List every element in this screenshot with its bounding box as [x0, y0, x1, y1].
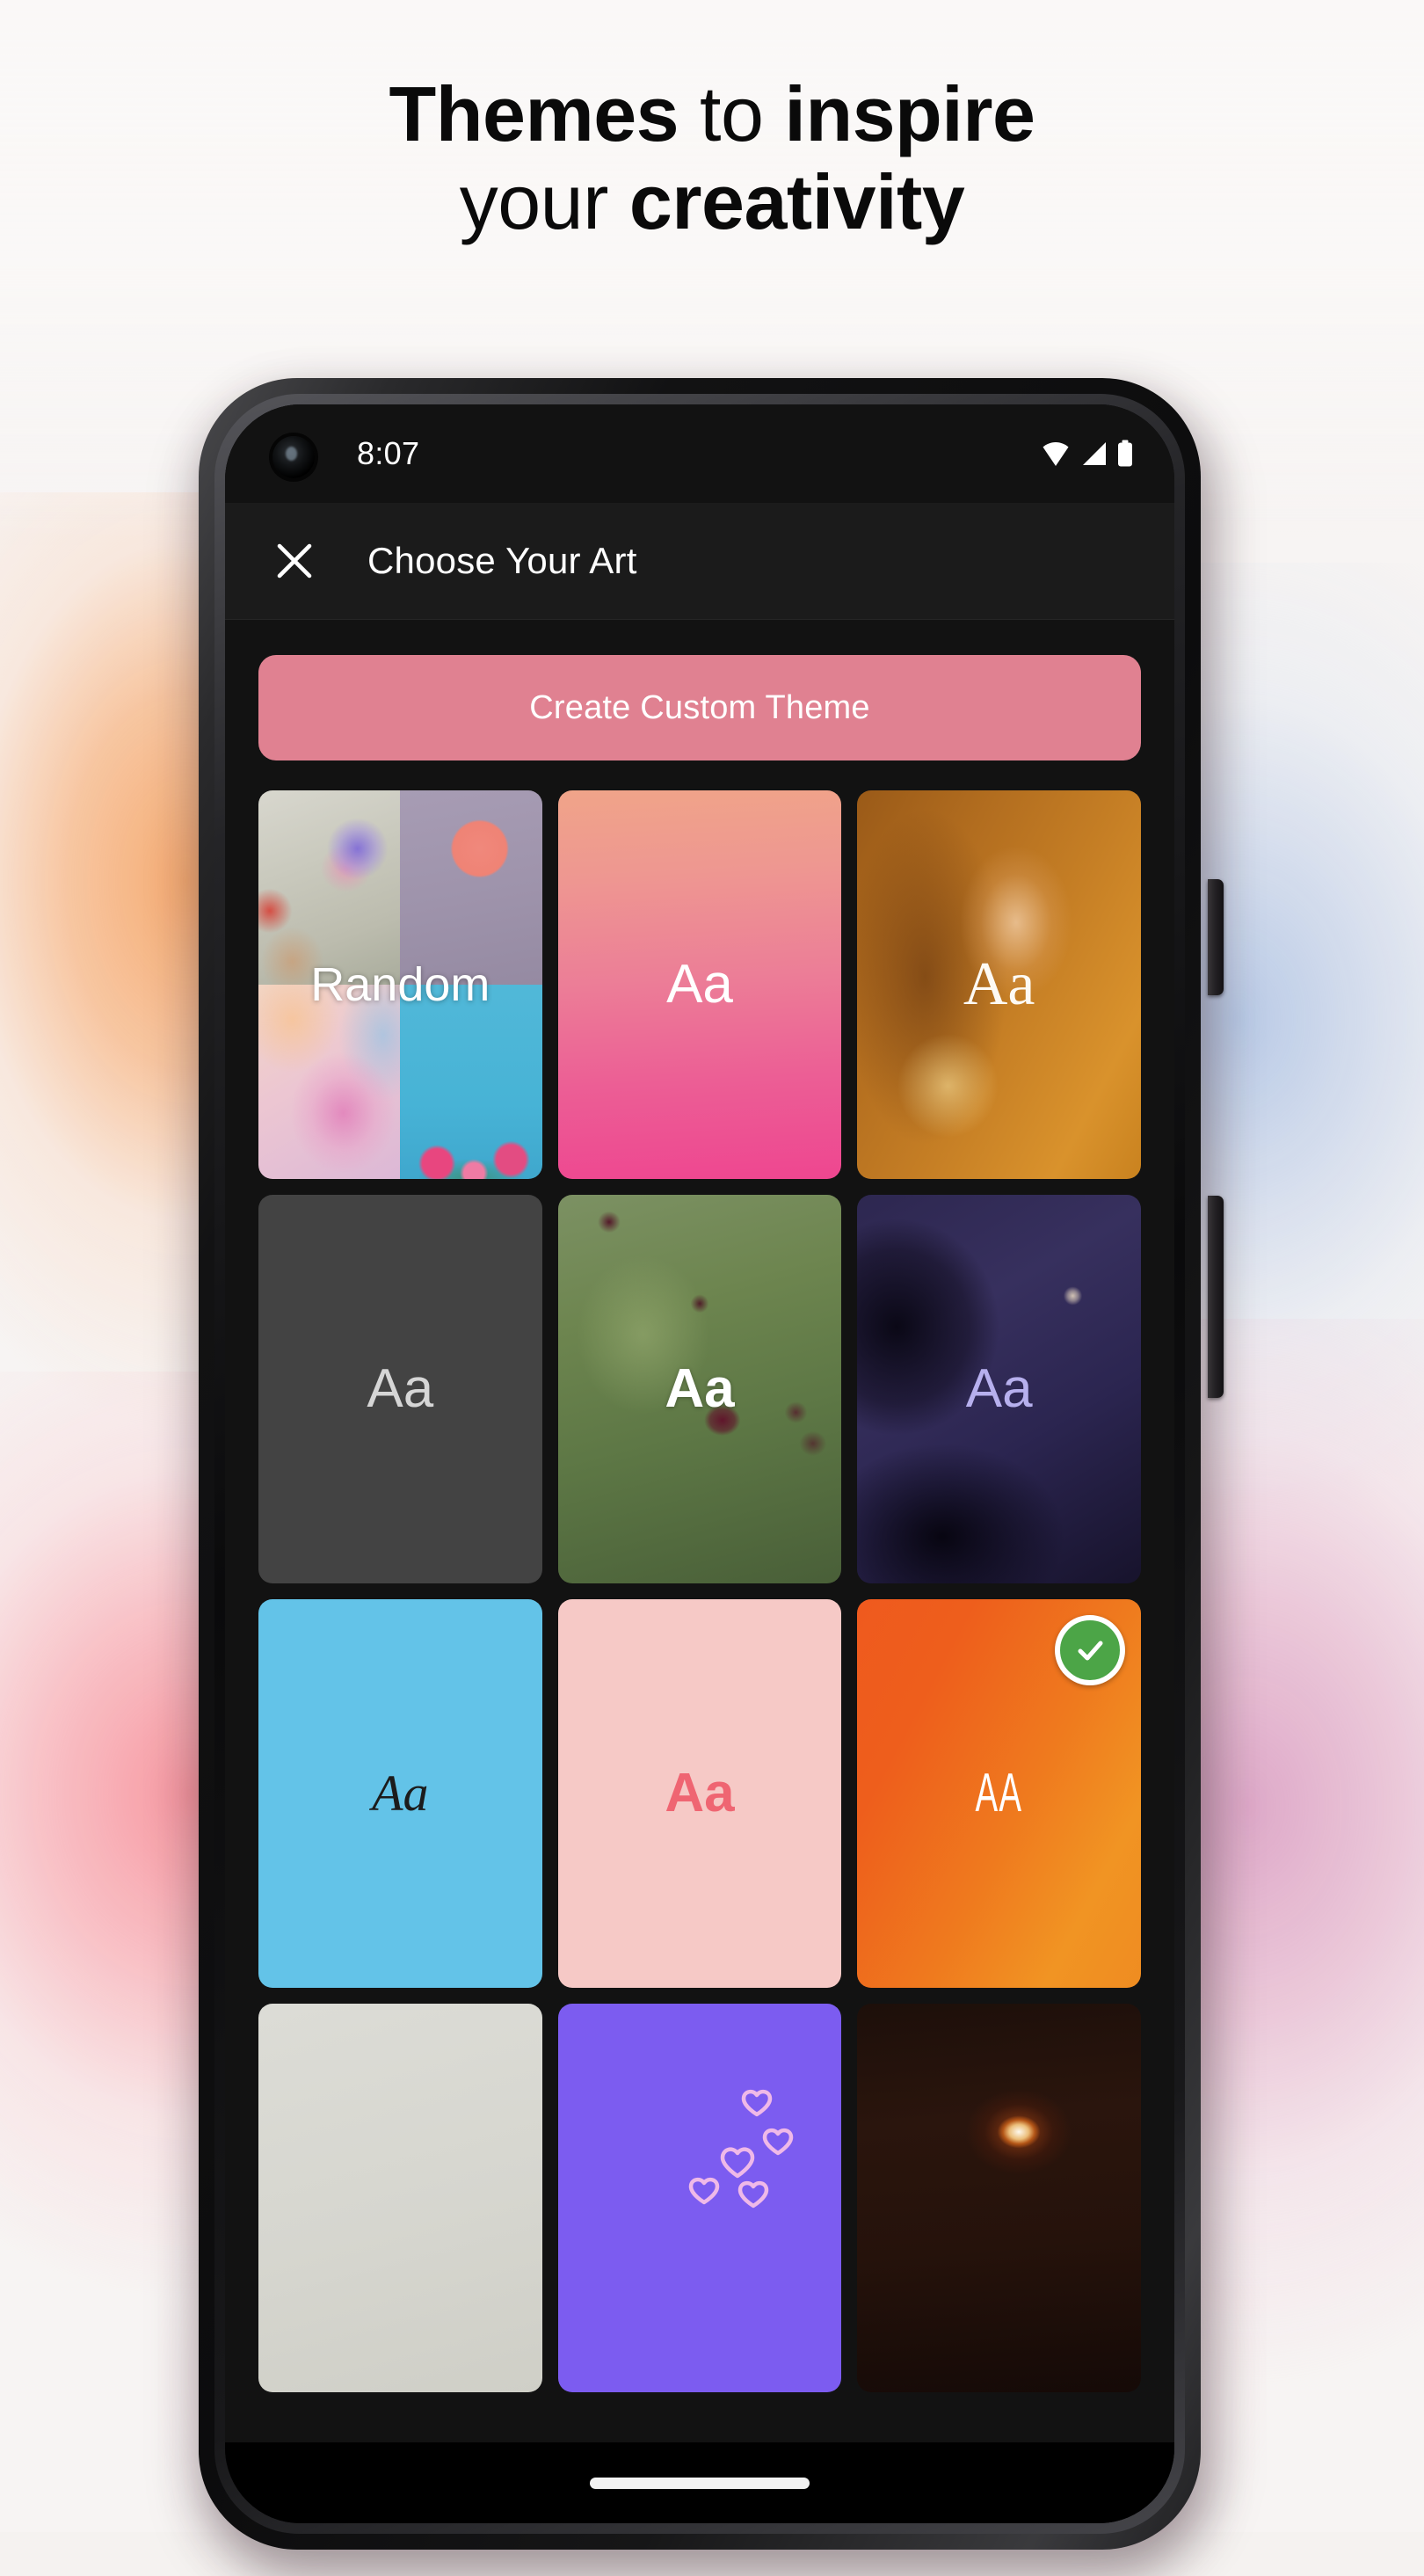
theme-tile[interactable]: Aa	[557, 1195, 842, 1583]
theme-tile[interactable]	[857, 2004, 1141, 2392]
page-title: Themes to inspire your creativity	[0, 70, 1424, 247]
headline-word-your: your	[459, 158, 629, 246]
app-bar: Choose Your Art	[225, 503, 1174, 620]
theme-tile[interactable]	[258, 2004, 542, 2392]
theme-sample-text: Aa	[666, 954, 733, 1015]
status-time: 8:07	[357, 435, 420, 471]
theme-sample-text: Aa	[367, 1358, 434, 1419]
signal-icon	[1083, 442, 1106, 465]
app-screen: 8:07 Choose Your Art Create Custom Theme…	[225, 404, 1174, 2523]
theme-sample-text: AA	[975, 1763, 1023, 1823]
theme-picker-content: Create Custom Theme Random Aa Aa Aa Aa Aa Aa Aa…	[225, 620, 1174, 2442]
headline-word-creativity: creativity	[628, 158, 965, 246]
theme-tile[interactable]: Aa	[857, 790, 1141, 1179]
status-badge	[1054, 1615, 1125, 1685]
headline-word-inspire: inspire	[784, 70, 1035, 157]
create-custom-theme-button[interactable]: Create Custom Theme	[258, 655, 1141, 760]
status-icon-group	[1041, 440, 1134, 468]
theme-sample-text: Aa	[965, 1358, 1033, 1419]
theme-sample-text: Aa	[963, 950, 1035, 1018]
theme-sample-text: Aa	[665, 1358, 735, 1419]
theme-tile[interactable]	[557, 2004, 842, 2392]
theme-sample-text: Aa	[372, 1765, 429, 1822]
phone-frame: 8:07 Choose Your Art Create Custom Theme…	[199, 378, 1201, 2550]
theme-tile[interactable]: Aa	[857, 1195, 1141, 1583]
theme-tile[interactable]: Aa	[557, 790, 842, 1179]
theme-tile[interactable]: AA	[857, 1599, 1141, 1988]
volume-button[interactable]	[1208, 1196, 1224, 1398]
front-camera-icon	[272, 436, 315, 478]
battery-icon	[1118, 440, 1132, 467]
theme-tile[interactable]: Aa	[258, 1599, 542, 1988]
status-bar: 8:07	[225, 404, 1174, 503]
system-navigation-bar	[225, 2442, 1174, 2523]
theme-sample-text: Random	[310, 958, 490, 1011]
headline-word-themes: Themes	[389, 70, 679, 157]
theme-sample-text: Aa	[665, 1763, 735, 1823]
headline-word-to: to	[679, 70, 785, 157]
headline-line-2: your creativity	[0, 158, 1424, 246]
phone-mockup: 8:07 Choose Your Art Create Custom Theme…	[199, 378, 1225, 2576]
theme-grid: Random Aa Aa Aa Aa Aa Aa Aa AA	[248, 790, 1152, 2392]
headline-line-1: Themes to inspire	[0, 70, 1424, 158]
home-indicator[interactable]	[590, 2477, 810, 2489]
phone-screen: 8:07 Choose Your Art Create Custom Theme…	[225, 404, 1174, 2523]
theme-tile[interactable]: Random	[258, 790, 542, 1179]
theme-tile[interactable]: Aa	[557, 1599, 842, 1988]
power-button[interactable]	[1208, 879, 1224, 995]
theme-tile[interactable]: Aa	[258, 1195, 542, 1583]
app-bar-title: Choose Your Art	[367, 540, 637, 581]
close-icon	[277, 543, 312, 579]
wifi-icon	[1043, 442, 1069, 466]
check-icon	[1078, 1641, 1103, 1661]
close-button[interactable]	[265, 532, 323, 590]
